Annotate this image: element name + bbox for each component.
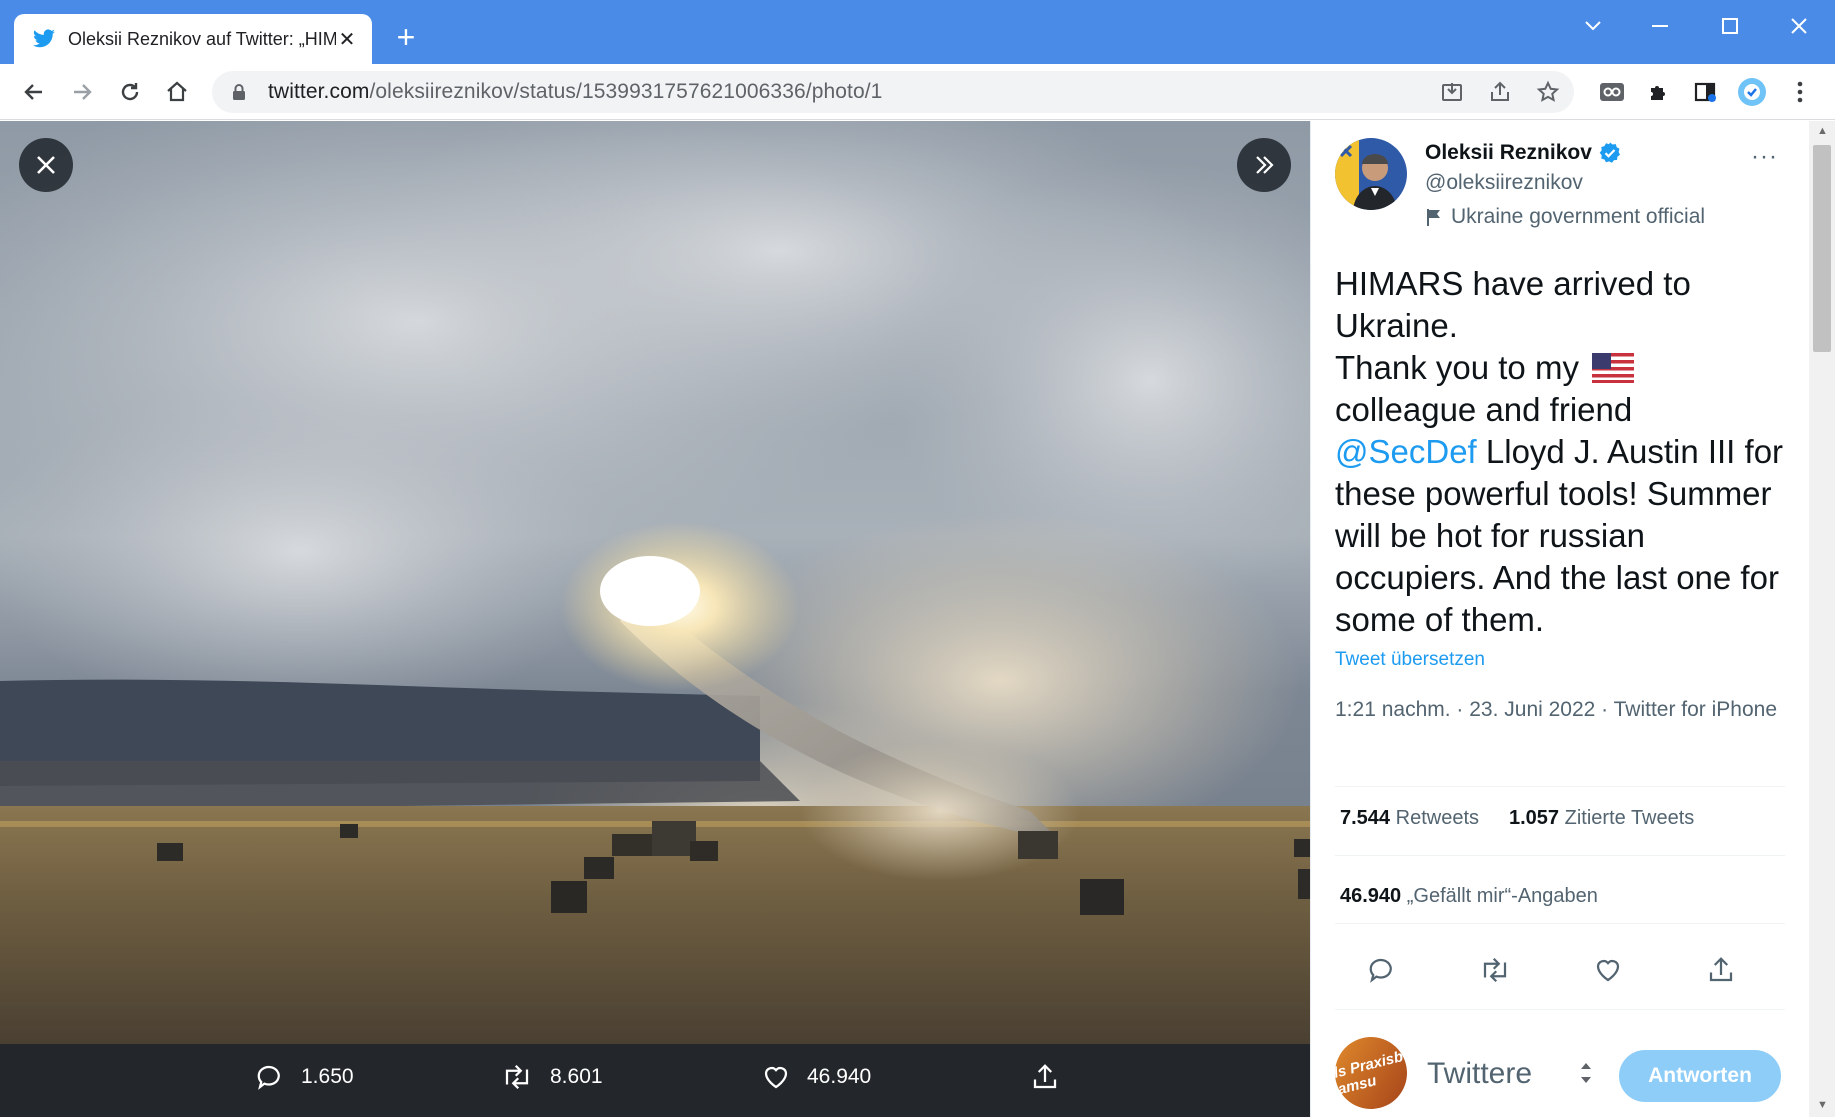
divider bbox=[1335, 855, 1785, 856]
mention-link[interactable]: @SecDef bbox=[1335, 433, 1477, 470]
forward-icon[interactable] bbox=[66, 76, 98, 108]
tweet-photo bbox=[0, 121, 1310, 1044]
reload-icon[interactable] bbox=[114, 76, 146, 108]
browser-tab[interactable]: Oleksii Reznikov auf Twitter: „HIMARS ✕ bbox=[14, 14, 372, 64]
photo-reply-count: 1.650 bbox=[301, 1065, 354, 1088]
tweet-actions bbox=[1335, 943, 1785, 995]
install-icon[interactable] bbox=[1436, 76, 1468, 108]
author-handle[interactable]: @oleksiireznikov bbox=[1425, 171, 1583, 195]
home-icon[interactable] bbox=[161, 76, 193, 108]
heart-icon bbox=[764, 1066, 788, 1089]
menu-icon[interactable] bbox=[1784, 76, 1816, 108]
reply-icon bbox=[1369, 958, 1392, 983]
page-scrollbar[interactable]: ▲ ▼ bbox=[1809, 121, 1835, 1117]
tweet-timestamp[interactable]: 1:21 nachm. · 23. Juni 2022 · Twitter fo… bbox=[1335, 695, 1785, 725]
back-icon[interactable] bbox=[18, 76, 50, 108]
address-bar[interactable]: twitter.com/oleksiireznikov/status/15399… bbox=[212, 71, 1574, 113]
expand-panel-button[interactable] bbox=[1237, 138, 1291, 192]
share-icon bbox=[1709, 957, 1733, 982]
photo-like-count: 46.940 bbox=[807, 1065, 872, 1088]
lock-icon bbox=[233, 84, 245, 100]
close-photo-button[interactable] bbox=[19, 138, 73, 192]
scroll-up-arrow-icon[interactable]: ▲ bbox=[1817, 125, 1828, 137]
photo-retweet-button[interactable]: 8.601 bbox=[500, 1062, 603, 1092]
tweet-panel: Oleksii Reznikov @oleksiireznikov Ukrain… bbox=[1310, 121, 1809, 1117]
close-icon bbox=[37, 156, 55, 174]
retweets-stat[interactable]: 7.544 Retweets bbox=[1340, 807, 1479, 830]
close-window-icon[interactable] bbox=[1771, 8, 1827, 44]
author-name-row: Oleksii Reznikov bbox=[1425, 141, 1622, 165]
infinity-extension-icon[interactable] bbox=[1596, 76, 1628, 108]
divider bbox=[1335, 923, 1785, 924]
divider bbox=[1335, 1009, 1785, 1010]
maximize-icon[interactable] bbox=[1702, 8, 1758, 44]
tab-search-icon[interactable] bbox=[1565, 8, 1621, 44]
scroll-down-arrow-icon[interactable]: ▼ bbox=[1817, 1099, 1828, 1111]
quote-tweets-stat[interactable]: 1.057 Zitierte Tweets bbox=[1509, 807, 1694, 830]
retweet-icon bbox=[505, 1064, 529, 1090]
share-icon[interactable] bbox=[1484, 76, 1516, 108]
url-text[interactable]: twitter.com/oleksiireznikov/status/15399… bbox=[268, 80, 882, 104]
star-icon[interactable] bbox=[1532, 76, 1564, 108]
share-button[interactable] bbox=[1704, 953, 1738, 987]
retweet-button[interactable] bbox=[1478, 953, 1512, 987]
spinner-arrows-icon[interactable] bbox=[1579, 1053, 1593, 1093]
browser-tab-strip: Oleksii Reznikov auf Twitter: „HIMARS ✕ … bbox=[0, 0, 1835, 64]
like-button[interactable] bbox=[1591, 953, 1625, 987]
verified-badge-icon bbox=[1599, 142, 1620, 163]
likes-stat[interactable]: 46.940 „Gefällt mir“-Angaben bbox=[1340, 885, 1598, 908]
more-options-icon[interactable]: ··· bbox=[1751, 143, 1778, 171]
photo-retweet-count: 8.601 bbox=[550, 1065, 603, 1088]
us-flag-emoji bbox=[1592, 353, 1635, 383]
photo-action-bar: 1.650 8.601 46.940 bbox=[0, 1044, 1310, 1117]
heart-icon bbox=[1596, 959, 1620, 982]
scroll-thumb[interactable] bbox=[1813, 145, 1831, 352]
author-avatar[interactable] bbox=[1335, 138, 1407, 210]
translate-tweet-link[interactable]: Tweet übersetzen bbox=[1335, 649, 1485, 671]
profile-icon[interactable] bbox=[1736, 76, 1768, 108]
new-tab-button[interactable]: + bbox=[390, 21, 422, 54]
browser-toolbar: twitter.com/oleksiireznikov/status/15399… bbox=[0, 64, 1835, 120]
reply-icon bbox=[257, 1065, 280, 1090]
reply-input[interactable]: Twittere bbox=[1427, 1057, 1532, 1091]
photo-share-button[interactable] bbox=[1030, 1062, 1076, 1092]
tab-close-icon[interactable]: ✕ bbox=[336, 28, 358, 51]
retweet-icon bbox=[1483, 957, 1507, 983]
tab-title: Oleksii Reznikov auf Twitter: „HIMARS bbox=[68, 28, 336, 49]
puzzle-extension-icon[interactable] bbox=[1643, 76, 1675, 108]
sidebar-icon[interactable] bbox=[1689, 76, 1721, 108]
flag-icon bbox=[1427, 209, 1440, 226]
photo-like-button[interactable]: 46.940 bbox=[761, 1062, 871, 1092]
photo-reply-button[interactable]: 1.650 bbox=[255, 1062, 354, 1092]
twitter-bird-icon bbox=[33, 29, 55, 48]
minimize-icon[interactable] bbox=[1632, 8, 1688, 44]
share-icon bbox=[1033, 1064, 1057, 1089]
reply-submit-button[interactable]: Antworten bbox=[1619, 1050, 1781, 1102]
reply-button[interactable] bbox=[1365, 953, 1399, 987]
reply-avatar[interactable]: ls Praxisb amsu bbox=[1327, 1029, 1415, 1117]
double-chevron-right-icon bbox=[1256, 156, 1274, 174]
author-name[interactable]: Oleksii Reznikov bbox=[1425, 141, 1592, 165]
government-label: Ukraine government official bbox=[1425, 205, 1705, 229]
tweet-stats: 7.544 Retweets 1.057 Zitierte Tweets bbox=[1340, 807, 1694, 830]
photo-viewer: 1.650 8.601 46.940 bbox=[0, 121, 1310, 1117]
divider bbox=[1335, 786, 1785, 787]
tweet-text: HIMARS have arrived to Ukraine. Thank yo… bbox=[1335, 265, 1784, 638]
